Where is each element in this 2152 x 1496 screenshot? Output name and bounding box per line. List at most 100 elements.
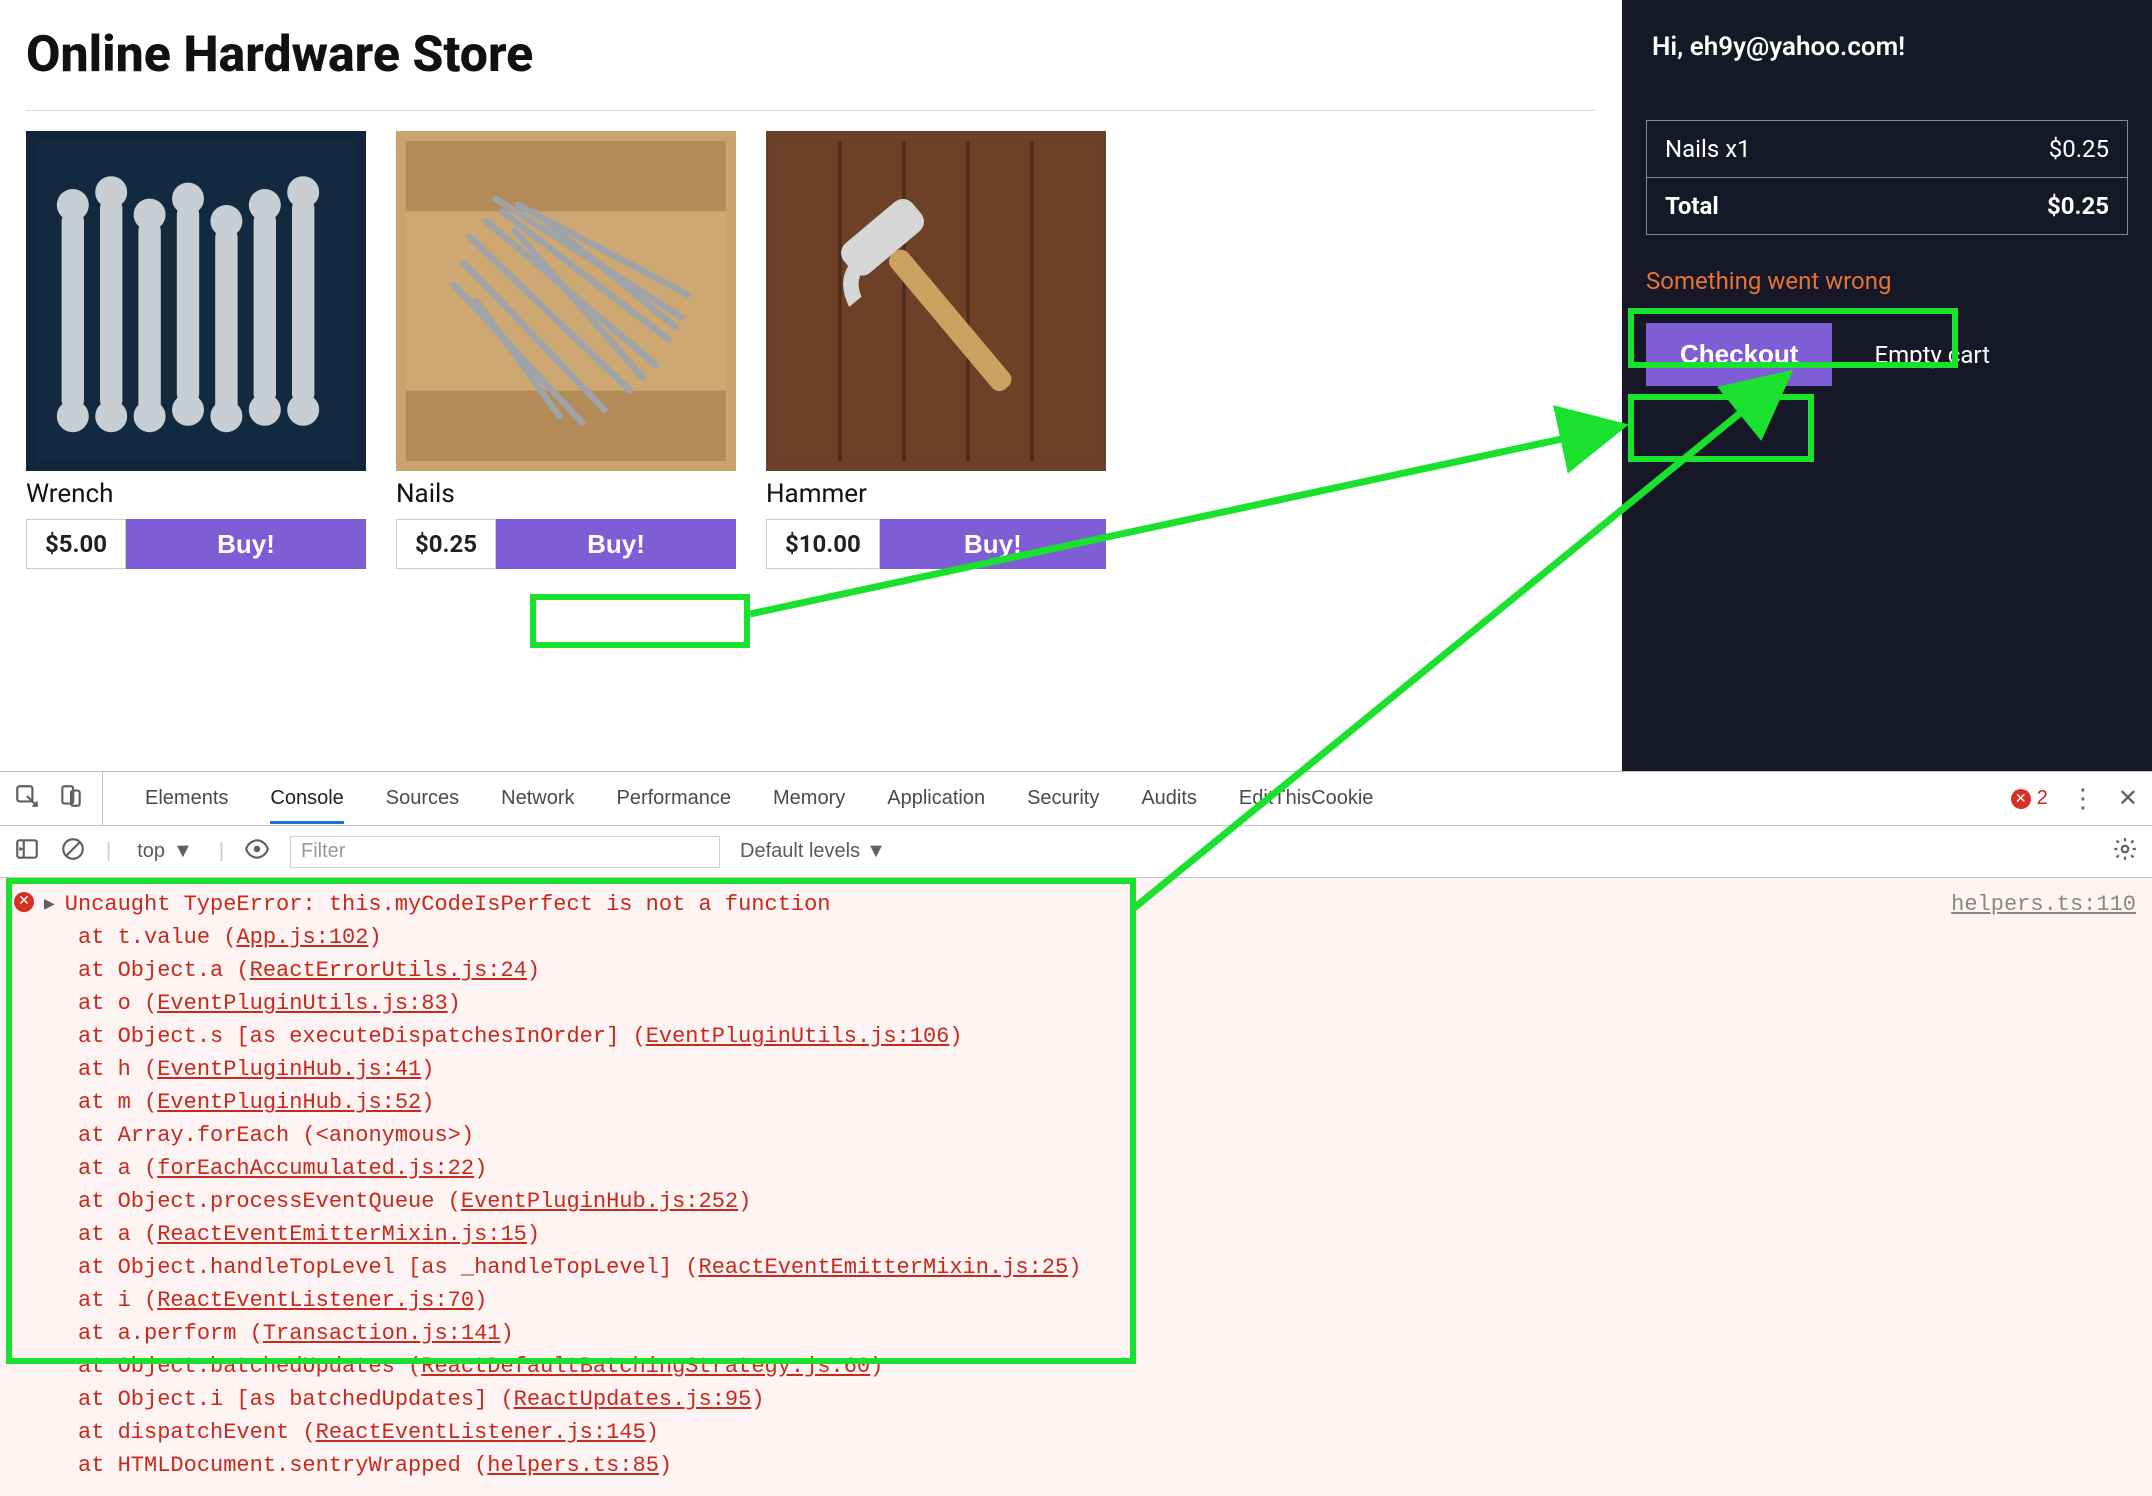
- product-image-hammer: [766, 131, 1106, 471]
- filter-placeholder: Filter: [301, 840, 345, 863]
- cart-sidebar: Hi, eh9y@yahoo.com! Nails x1 $0.25 Total…: [1622, 0, 2152, 771]
- stack-frame: at a.perform (Transaction.js:141): [14, 1317, 2138, 1350]
- buy-button-hammer[interactable]: Buy!: [880, 519, 1106, 569]
- log-levels-selector[interactable]: Default levels ▼: [740, 840, 886, 863]
- product-card-wrench: Wrench $5.00 Buy!: [26, 131, 366, 569]
- error-count-badge[interactable]: ✕ 2: [2011, 787, 2048, 810]
- empty-cart-link[interactable]: Empty cart: [1874, 341, 1990, 369]
- error-message: Something went wrong: [1646, 267, 2128, 295]
- source-link[interactable]: ReactEventListener.js:145: [316, 1420, 646, 1445]
- live-expression-icon[interactable]: [244, 836, 270, 868]
- stack-frame: at i (ReactEventListener.js:70): [14, 1284, 2138, 1317]
- kebab-menu-icon[interactable]: ⋮: [2070, 783, 2096, 814]
- devtools-tab-audits[interactable]: Audits: [1141, 787, 1197, 810]
- product-price: $10.00: [766, 519, 880, 569]
- console-toolbar: | top ▼ | Filter Default levels ▼: [0, 826, 2152, 878]
- source-link[interactable]: EventPluginHub.js:252: [461, 1189, 738, 1214]
- close-icon[interactable]: ✕: [2118, 784, 2138, 813]
- stack-frame: at Object.processEventQueue (EventPlugin…: [14, 1185, 2138, 1218]
- source-link[interactable]: EventPluginUtils.js:106: [646, 1024, 950, 1049]
- gear-icon[interactable]: [2112, 836, 2138, 868]
- error-title: Uncaught TypeError: this.myCodeIsPerfect…: [65, 888, 831, 921]
- product-price: $0.25: [396, 519, 496, 569]
- source-link[interactable]: ReactEventEmitterMixin.js:25: [699, 1255, 1069, 1280]
- clear-console-icon[interactable]: [60, 836, 86, 868]
- chevron-down-icon: ▼: [866, 840, 886, 863]
- stack-frame: at Object.a (ReactErrorUtils.js:24): [14, 954, 2138, 987]
- stack-frame: at Object.i [as batchedUpdates] (ReactUp…: [14, 1383, 2138, 1416]
- error-icon: ✕: [2011, 789, 2031, 809]
- source-link[interactable]: ReactEventListener.js:70: [157, 1288, 474, 1313]
- cart-line-item: Nails x1 $0.25: [1647, 121, 2127, 177]
- product-name: Nails: [396, 479, 736, 509]
- page-title: Online Hardware Store: [26, 26, 1596, 84]
- error-icon: ✕: [14, 892, 34, 912]
- product-price: $5.00: [26, 519, 126, 569]
- filter-input[interactable]: Filter: [290, 836, 720, 868]
- product-name: Wrench: [26, 479, 366, 509]
- cart-total-price: $0.25: [2047, 192, 2109, 220]
- source-link[interactable]: ReactUpdates.js:95: [514, 1387, 752, 1412]
- stack-frame: at Object.s [as executeDispatchesInOrder…: [14, 1020, 2138, 1053]
- context-selector[interactable]: top ▼: [131, 838, 199, 865]
- divider: [26, 110, 1596, 111]
- stack-frame: at a (forEachAccumulated.js:22): [14, 1152, 2138, 1185]
- stack-frame: at a (ReactEventEmitterMixin.js:15): [14, 1218, 2138, 1251]
- stack-frame: at h (EventPluginHub.js:41): [14, 1053, 2138, 1086]
- devtools-panel: Elements Console Sources Network Performance…: [0, 771, 2152, 1496]
- stack-frame: at m (EventPluginHub.js:52): [14, 1086, 2138, 1119]
- greeting-text: Hi, eh9y@yahoo.com!: [1652, 32, 2128, 62]
- source-link[interactable]: helpers.ts:85: [487, 1453, 659, 1478]
- source-link[interactable]: ReactErrorUtils.js:24: [250, 958, 527, 983]
- devtools-tab-editthiscookie[interactable]: EditThisCookie: [1239, 787, 1374, 810]
- stack-frame: at Object.handleTopLevel [as _handleTopL…: [14, 1251, 2138, 1284]
- product-name: Hammer: [766, 479, 1106, 509]
- device-icon[interactable]: [58, 783, 84, 815]
- product-image-wrench: [26, 131, 366, 471]
- source-link[interactable]: forEachAccumulated.js:22: [157, 1156, 474, 1181]
- cart-item-price: $0.25: [2049, 135, 2109, 163]
- console-output: helpers.ts:110 ✕ ▶ Uncaught TypeError: t…: [0, 878, 2152, 1496]
- chevron-down-icon: ▼: [173, 840, 193, 863]
- source-link[interactable]: App.js:102: [236, 925, 368, 950]
- source-link[interactable]: helpers.ts:110: [1951, 888, 2136, 921]
- source-link[interactable]: EventPluginHub.js:41: [157, 1057, 421, 1082]
- devtools-tab-elements[interactable]: Elements: [145, 787, 228, 810]
- product-card-nails: Nails $0.25 Buy!: [396, 131, 736, 569]
- context-value: top: [137, 840, 165, 863]
- app-region: Online Hardware Store: [0, 0, 2152, 771]
- source-link[interactable]: ReactDefaultBatchingStrategy.js:60: [421, 1354, 870, 1379]
- source-link[interactable]: ReactEventEmitterMixin.js:15: [157, 1222, 527, 1247]
- main-content: Online Hardware Store: [0, 0, 1622, 771]
- devtools-tab-application[interactable]: Application: [887, 787, 985, 810]
- console-sidebar-toggle-icon[interactable]: [14, 836, 40, 868]
- devtools-tab-performance[interactable]: Performance: [617, 787, 732, 810]
- source-link[interactable]: EventPluginUtils.js:83: [157, 991, 447, 1016]
- buy-button-nails[interactable]: Buy!: [496, 519, 736, 569]
- devtools-tabbar: Elements Console Sources Network Performance…: [0, 772, 2152, 826]
- buy-button-wrench[interactable]: Buy!: [126, 519, 366, 569]
- checkout-button[interactable]: Checkout: [1646, 323, 1832, 386]
- inspect-icon[interactable]: [14, 783, 40, 815]
- log-levels-value: Default levels: [740, 840, 860, 863]
- stack-frame: at t.value (App.js:102): [14, 921, 2138, 954]
- stack-frame: at Array.forEach (<anonymous>): [14, 1119, 2138, 1152]
- stack-frame: at dispatchEvent (ReactEventListener.js:…: [14, 1416, 2138, 1449]
- stack-frame: at Object.batchedUpdates (ReactDefaultBa…: [14, 1350, 2138, 1383]
- stack-frame: at HTMLDocument.sentryWrapped (helpers.t…: [14, 1449, 2138, 1482]
- devtools-tab-security[interactable]: Security: [1027, 787, 1099, 810]
- cart-summary: Nails x1 $0.25 Total $0.25: [1646, 120, 2128, 235]
- stack-frame: at o (EventPluginUtils.js:83): [14, 987, 2138, 1020]
- error-count-value: 2: [2037, 787, 2048, 810]
- source-link[interactable]: EventPluginHub.js:52: [157, 1090, 421, 1115]
- devtools-tab-network[interactable]: Network: [501, 787, 574, 810]
- product-card-hammer: Hammer $10.00 Buy!: [766, 131, 1106, 569]
- cart-item-label: Nails x1: [1665, 135, 1751, 163]
- product-grid: Wrench $5.00 Buy!: [26, 131, 1596, 569]
- devtools-tab-console[interactable]: Console: [270, 787, 343, 824]
- source-link[interactable]: Transaction.js:141: [263, 1321, 501, 1346]
- devtools-tab-sources[interactable]: Sources: [386, 787, 459, 810]
- expand-icon[interactable]: ▶: [44, 895, 55, 916]
- devtools-tab-memory[interactable]: Memory: [773, 787, 845, 810]
- cart-total-label: Total: [1665, 192, 1719, 220]
